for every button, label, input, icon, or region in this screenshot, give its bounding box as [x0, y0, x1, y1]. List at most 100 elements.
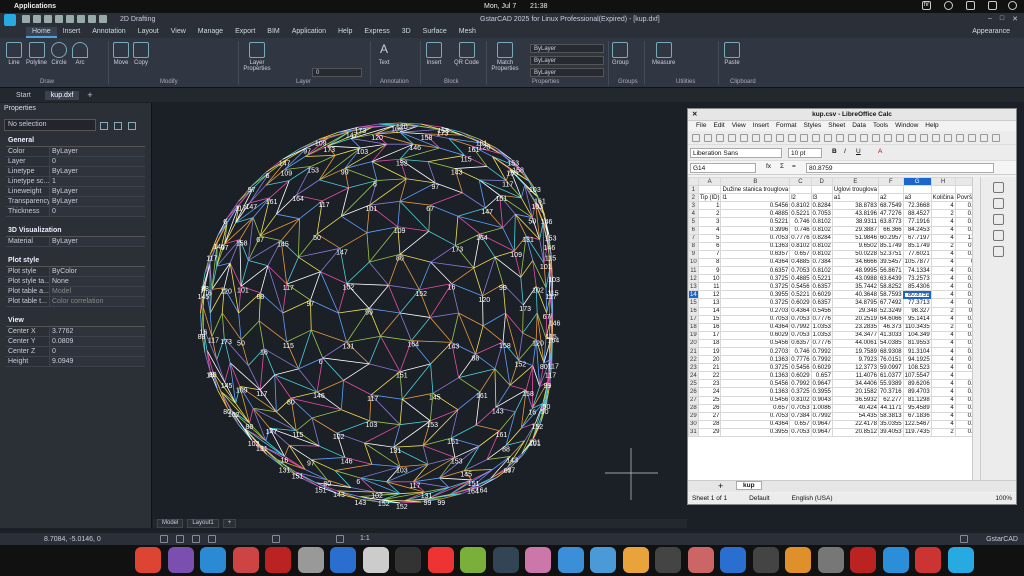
cell[interactable]: 67.7197 — [902, 233, 932, 243]
arc-tool[interactable]: Arc — [72, 42, 88, 66]
cell[interactable]: 4 — [930, 387, 956, 397]
property-value[interactable]: ByLayer — [50, 167, 145, 176]
row-header[interactable]: 10 — [688, 257, 699, 268]
cell[interactable]: 29 — [697, 427, 722, 438]
ribbon-tab-home[interactable]: Home — [26, 27, 57, 38]
toolbar-button-icon[interactable] — [836, 134, 844, 142]
ai-icon[interactable] — [752, 547, 779, 573]
cell[interactable]: 4 — [930, 363, 956, 373]
cell[interactable]: 4 — [930, 290, 956, 300]
cell[interactable]: 21 — [697, 363, 722, 373]
annotation-scale[interactable]: 1:1 — [360, 535, 370, 542]
row-header[interactable]: 15 — [688, 298, 699, 308]
cell[interactable]: 0.7053 — [789, 266, 812, 276]
toolbar-button-icon[interactable] — [740, 134, 748, 142]
cell[interactable]: 63.6439 — [877, 274, 904, 284]
cell[interactable]: 14 — [697, 306, 722, 316]
cell[interactable]: 0.7053 — [720, 314, 791, 324]
cell[interactable]: 55.9389 — [877, 379, 904, 389]
cell[interactable]: 2 — [930, 322, 956, 332]
cell[interactable]: 0.746 — [789, 217, 812, 227]
name-box[interactable]: G14 — [690, 163, 756, 173]
property-value[interactable]: ByLayer — [50, 197, 145, 206]
document-viewer-icon[interactable] — [330, 547, 356, 573]
cell[interactable]: 0.7776 — [810, 314, 833, 324]
cell[interactable]: 34.3477 — [831, 330, 879, 340]
cell[interactable]: 0.3725 — [720, 298, 791, 308]
cell[interactable]: 0.8102 — [810, 249, 833, 259]
cell[interactable]: 105.7877 — [902, 257, 932, 268]
cell[interactable]: 2 — [930, 241, 956, 251]
cell[interactable]: 0.5456 — [720, 395, 791, 405]
property-value[interactable]: Model — [50, 287, 145, 296]
zoom-level[interactable]: 100% — [995, 493, 1012, 504]
telegram-icon[interactable] — [200, 547, 226, 573]
cell[interactable]: 0.4885 — [789, 274, 812, 284]
cell[interactable]: 39.5457 — [877, 257, 904, 268]
close-icon[interactable]: ✕ — [692, 109, 697, 121]
toolbar-button-icon[interactable] — [980, 134, 988, 142]
cell[interactable]: 0.5221 — [789, 209, 812, 219]
cell[interactable]: 61.0377 — [877, 371, 904, 381]
functions-icon[interactable] — [993, 246, 1004, 257]
cell[interactable]: 0.657 — [810, 371, 833, 381]
cell[interactable]: 0.5221 — [720, 217, 791, 227]
viber-icon[interactable] — [167, 547, 194, 573]
cell[interactable]: 22 — [697, 371, 722, 381]
font-size-box[interactable]: 10 pt — [788, 148, 822, 158]
cell[interactable]: 0.9647 — [810, 379, 833, 389]
cell[interactable]: 4 — [930, 403, 956, 413]
cell[interactable]: 4 — [930, 233, 956, 243]
ribbon-tab-manage[interactable]: Manage — [192, 27, 229, 38]
cell[interactable]: 48.9995 — [831, 266, 879, 276]
cell[interactable] — [789, 185, 812, 195]
cell[interactable]: 0.7384 — [789, 411, 812, 421]
cell[interactable]: 84.2453 — [902, 225, 932, 235]
calc-menu-window[interactable]: Window — [895, 121, 918, 131]
row-header[interactable]: 25 — [688, 379, 699, 389]
cell[interactable]: 70.3716 — [877, 387, 904, 397]
column-header[interactable]: E — [831, 177, 879, 187]
property-row[interactable]: Center Y 0.0809 — [6, 337, 145, 347]
row-header[interactable]: 9 — [688, 249, 699, 259]
row-header[interactable]: 30 — [688, 419, 699, 429]
row-header[interactable]: 23 — [688, 363, 699, 373]
cell[interactable]: 59.0997 — [877, 363, 904, 373]
toolbar-button-icon[interactable] — [968, 134, 976, 142]
row-header[interactable]: 18 — [688, 322, 699, 332]
cell[interactable]: 0.6029 — [789, 371, 812, 381]
cell[interactable]: 98.327 — [902, 306, 932, 316]
settings-icon[interactable] — [960, 535, 968, 543]
linetype-dropdown[interactable]: ByLayer — [530, 56, 604, 65]
ribbon-tab-view[interactable]: View — [165, 27, 192, 38]
cell[interactable]: 4 — [930, 249, 956, 259]
toolbar-button-icon[interactable] — [788, 134, 796, 142]
workspace-icon[interactable] — [99, 15, 107, 23]
cell[interactable]: 0.7992 — [810, 411, 833, 421]
cell[interactable]: 104.349 — [902, 330, 932, 340]
ribbon-tab-surface[interactable]: Surface — [417, 27, 453, 38]
cell[interactable] — [930, 185, 956, 195]
cell[interactable]: 0.8102 — [810, 266, 833, 276]
layout-tab[interactable]: Layout1 — [187, 519, 219, 528]
cell[interactable]: l2 — [789, 193, 812, 203]
row-header[interactable]: 1 — [688, 185, 699, 195]
property-value[interactable]: 9.0949 — [50, 357, 145, 366]
cell[interactable]: 12.3773 — [831, 363, 879, 373]
property-row[interactable]: Linetype ByLayer — [6, 167, 145, 177]
cell[interactable]: 85.4306 — [902, 282, 932, 292]
cell[interactable]: 2 — [930, 209, 956, 219]
cell[interactable]: 56.8671 — [877, 266, 904, 276]
property-value[interactable]: 0.0809 — [50, 337, 145, 346]
text-editor-icon[interactable] — [362, 547, 389, 573]
calc-menu-help[interactable]: Help — [925, 121, 938, 131]
group-button[interactable]: Group — [612, 42, 629, 66]
save-as-icon[interactable] — [55, 15, 63, 23]
cell[interactable]: 9 — [697, 266, 722, 276]
cell[interactable]: 0.9647 — [810, 427, 833, 438]
cell[interactable]: 60.2957 — [877, 233, 904, 243]
cell[interactable]: 2 — [697, 209, 722, 219]
cell[interactable]: 0.3996 — [720, 225, 791, 235]
date-label[interactable]: Mon, Jul 7 — [484, 3, 516, 10]
calc-menu-styles[interactable]: Styles — [804, 121, 822, 131]
